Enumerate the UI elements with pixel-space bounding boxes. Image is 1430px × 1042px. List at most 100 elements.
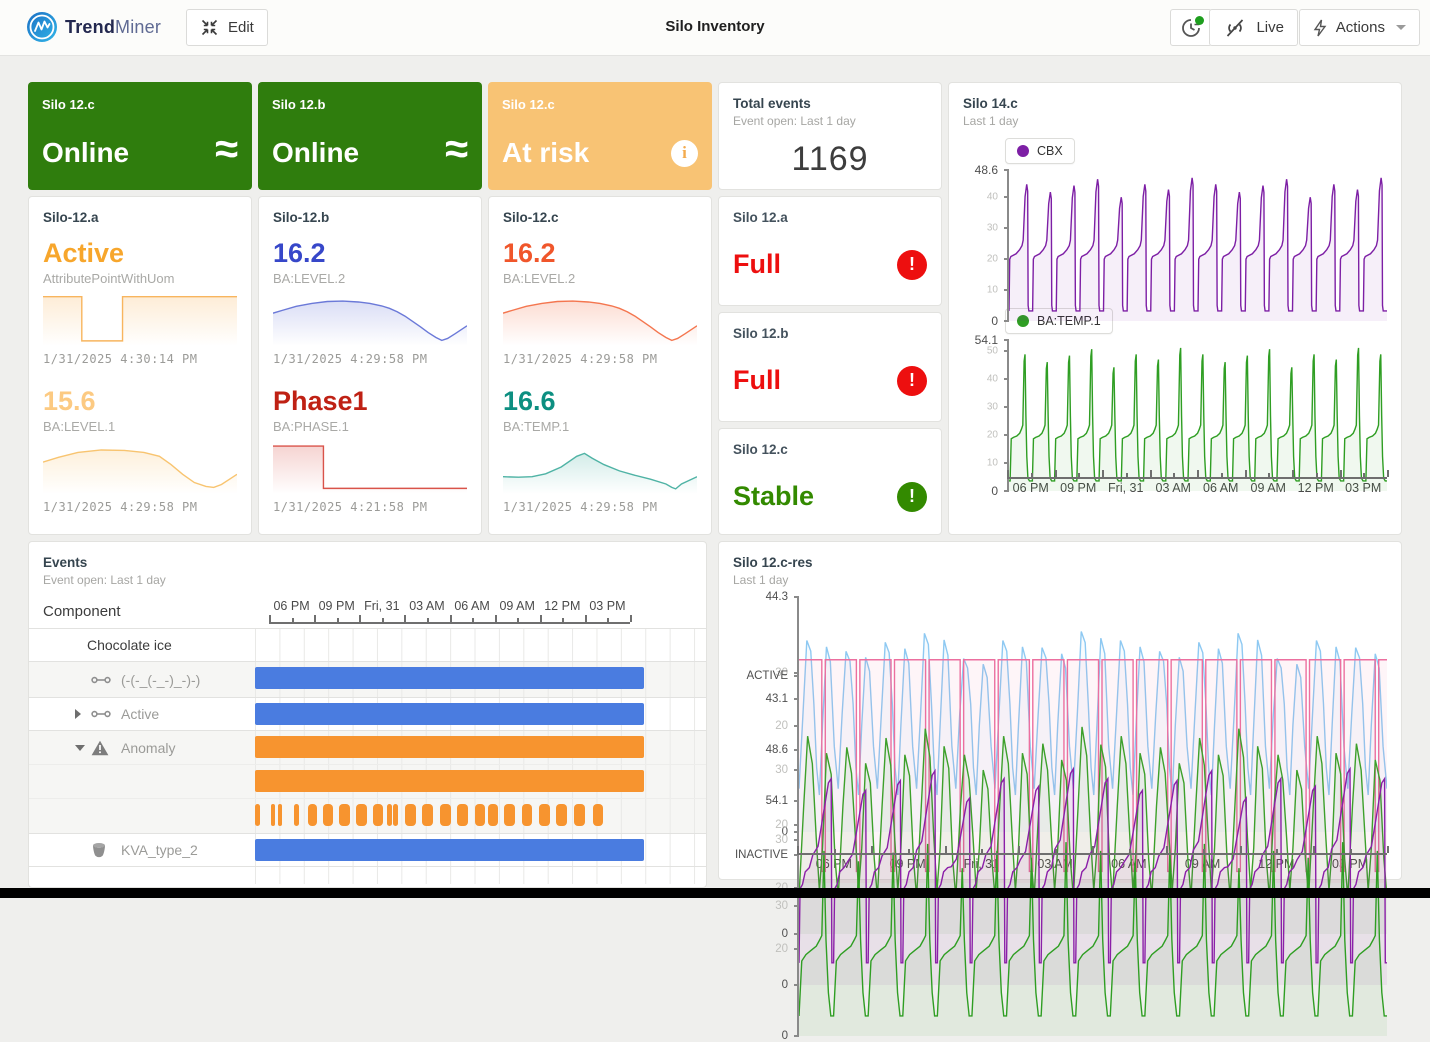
y-axis-tick	[1004, 434, 1009, 436]
event-bar[interactable]	[294, 804, 299, 826]
metric-label: BA:LEVEL.2	[273, 271, 467, 286]
event-row[interactable]: KVA_type_2	[29, 833, 706, 866]
event-component-name: Anomaly	[121, 740, 175, 756]
history-button[interactable]	[1170, 9, 1212, 46]
y-axis: 54.150403020100	[963, 340, 1007, 491]
silo12a-metrics-tile[interactable]: Silo-12.aActiveAttributePointWithUom1/31…	[28, 196, 252, 535]
status-tile-title: Silo 12.c	[502, 97, 698, 112]
tile-subtitle: Event open: Last 1 day	[43, 573, 692, 587]
event-bar[interactable]	[488, 804, 498, 826]
actions-button[interactable]: Actions	[1299, 9, 1420, 46]
status-value: At risk	[502, 137, 589, 169]
status-tile-silo12b-online[interactable]: Silo 12.bOnline≈	[258, 82, 482, 190]
time-axis-ticks	[797, 846, 1387, 855]
silo14c-chart-tile[interactable]: Silo 14.c Last 1 day CBX48.6403020100BA:…	[948, 82, 1402, 535]
actions-label: Actions	[1336, 19, 1385, 36]
event-row-timeline	[255, 834, 706, 866]
event-bar[interactable]	[504, 804, 515, 826]
event-bar[interactable]	[556, 804, 567, 826]
events-tile[interactable]: Events Event open: Last 1 day Component …	[28, 541, 707, 888]
waves-icon: ≈	[215, 137, 238, 161]
event-bar[interactable]	[255, 770, 644, 792]
event-bar[interactable]	[373, 804, 384, 826]
expand-arrow-icon[interactable]	[75, 709, 81, 719]
total-events-tile[interactable]: Total events Event open: Last 1 day 1169	[718, 82, 942, 190]
event-bar[interactable]	[393, 804, 398, 826]
event-bar[interactable]	[522, 804, 532, 826]
event-bar[interactable]	[278, 804, 283, 826]
y-axis-label: 0	[991, 484, 998, 498]
chart-plot	[1007, 170, 1387, 321]
silo12c-status-tile[interactable]: Silo 12.cStable!	[718, 428, 942, 535]
tile-title: Silo 12.c-res	[733, 555, 1387, 570]
metric-block: 16.2BA:LEVEL.21/31/2025 4:29:58 PM	[503, 238, 697, 366]
y-axis-label: 0	[782, 1030, 788, 1042]
time-axis-label: 06 PM	[269, 599, 314, 613]
y-axis-label: 0	[991, 314, 998, 328]
event-bar[interactable]	[339, 804, 350, 826]
event-bar[interactable]	[405, 804, 416, 826]
event-bar[interactable]	[457, 804, 468, 826]
y-axis-tick	[1004, 169, 1009, 171]
event-lane	[255, 834, 644, 866]
collapse-arrow-icon[interactable]	[75, 745, 85, 751]
y-axis-tick	[1004, 462, 1009, 464]
event-bar[interactable]	[440, 804, 451, 826]
y-axis-label: 30	[987, 222, 998, 233]
alert-icon: !	[897, 250, 927, 280]
status-tile-silo12c-online[interactable]: Silo 12.cOnline≈	[28, 82, 252, 190]
silo12b-metrics-tile[interactable]: Silo-12.b16.2BA:LEVEL.21/31/2025 4:29:58…	[258, 196, 482, 535]
event-bar[interactable]	[271, 804, 276, 826]
status-tile-silo12c-atrisk[interactable]: Silo 12.c At riski	[488, 82, 712, 190]
event-bar[interactable]	[255, 804, 260, 826]
event-bar[interactable]	[356, 804, 367, 826]
event-row[interactable]: Chocolate ice	[29, 629, 706, 661]
silo12a-status-tile[interactable]: Silo 12.aFull!	[718, 196, 942, 306]
y-axis-label: 48.6	[975, 163, 998, 177]
event-row[interactable]	[29, 798, 706, 833]
live-off-icon	[1223, 18, 1247, 38]
event-bar[interactable]	[387, 804, 392, 826]
event-row[interactable]: (-(-_(-_-)_-)-)	[29, 661, 706, 697]
time-axis-label: 03 AM	[404, 599, 449, 613]
event-bar[interactable]	[422, 804, 433, 826]
live-button[interactable]: Live	[1209, 9, 1298, 46]
metric-timestamp: 1/31/2025 4:30:14 PM	[43, 352, 237, 366]
edit-label: Edit	[228, 19, 254, 36]
events-header: Component 06 PM09 PMFri, 3103 AM06 AM09 …	[29, 587, 706, 628]
chart-row: 54.150403020100	[963, 340, 1387, 468]
y-axis-label: 20	[987, 430, 998, 441]
event-row[interactable]: Anomaly	[29, 730, 706, 764]
edit-button[interactable]: Edit	[186, 9, 268, 46]
event-row[interactable]	[29, 866, 706, 884]
event-bar[interactable]	[323, 804, 333, 826]
event-row-label	[29, 867, 255, 884]
event-bar[interactable]	[308, 804, 318, 826]
event-bar[interactable]	[574, 804, 585, 826]
y-axis-tick	[1004, 350, 1009, 352]
event-bar[interactable]	[255, 839, 644, 861]
event-bar[interactable]	[593, 804, 604, 826]
silo12b-status-tile[interactable]: Silo 12.bFull!	[718, 312, 942, 422]
event-bar[interactable]	[475, 804, 485, 826]
component-column-header: Component	[43, 603, 269, 624]
silo12c-metrics-tile[interactable]: Silo-12.c16.2BA:LEVEL.21/31/2025 4:29:58…	[488, 196, 712, 535]
metric-label: BA:TEMP.1	[503, 419, 697, 434]
status-tile-row: At riski	[502, 137, 698, 169]
metric-label: BA:PHASE.1	[273, 419, 467, 434]
event-bar[interactable]	[255, 736, 644, 758]
y-axis-label: 30	[987, 402, 998, 413]
event-row[interactable]: Active	[29, 697, 706, 730]
event-bar[interactable]	[539, 804, 550, 826]
event-lane	[255, 731, 644, 764]
silo12cres-chart-tile[interactable]: Silo 12.c-res Last 1 day 44.330200ACTIVE…	[718, 541, 1402, 880]
silo14c-charts: CBX48.6403020100BA:TEMP.154.150403020100	[963, 128, 1387, 468]
y-axis-label: 48.6	[766, 744, 788, 756]
page-title: Silo Inventory	[665, 18, 764, 35]
y-axis-label: 44.3	[766, 591, 788, 603]
event-bar[interactable]	[255, 667, 644, 689]
legend-chip[interactable]: CBX	[1005, 138, 1075, 164]
y-axis-label: 43.1	[766, 693, 788, 705]
event-row[interactable]	[29, 764, 706, 798]
event-bar[interactable]	[255, 703, 644, 725]
